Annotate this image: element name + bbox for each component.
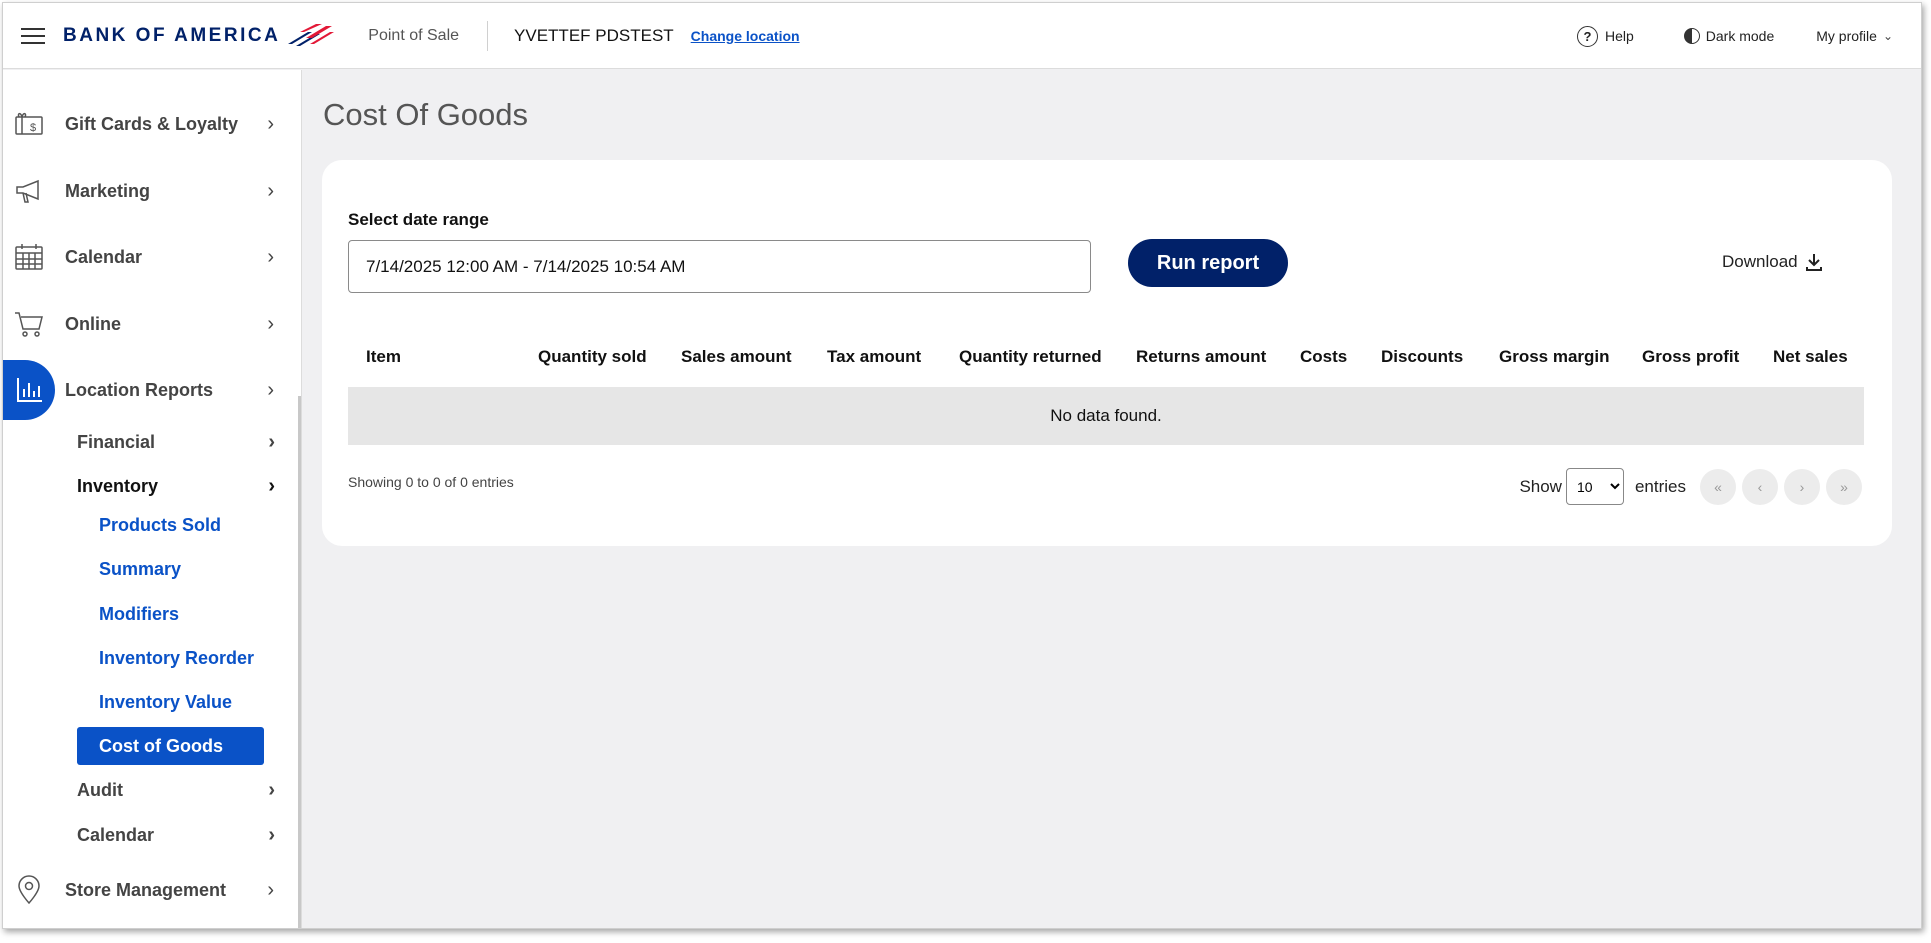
chevron-right-icon: › <box>267 245 274 268</box>
my-profile-label: My profile <box>1816 28 1877 44</box>
bank-logo[interactable]: BANK OF AMERICA <box>63 23 335 48</box>
date-range-label: Select date range <box>348 210 489 229</box>
header-divider <box>487 20 489 51</box>
sidebar-item-label: Gift Cards & Loyalty <box>65 113 239 134</box>
page-size-select[interactable]: 10 <box>1565 468 1624 505</box>
page-title: Cost Of Goods <box>323 97 529 132</box>
contrast-icon <box>1683 28 1700 44</box>
column-header[interactable]: Tax amount <box>827 337 921 377</box>
sidebar-item-label: Online <box>65 313 122 334</box>
column-header[interactable]: Gross margin <box>1499 337 1610 377</box>
sidebar-sub-label: Audit <box>77 779 123 800</box>
sidebar-leaf-modifiers[interactable]: Modifiers <box>77 595 264 633</box>
entries-summary: Showing 0 to 0 of 0 entries <box>348 474 514 490</box>
sidebar-sub-label: Financial <box>77 431 156 452</box>
download-icon <box>1805 254 1822 271</box>
column-header[interactable]: Item <box>366 337 401 377</box>
header-actions: ? Help Dark mode My profile ⌄ <box>1576 3 1921 69</box>
chevron-right-icon: › <box>268 823 275 846</box>
sidebar-item-store-management[interactable]: Store Management › <box>3 860 298 920</box>
last-page-button[interactable]: » <box>1826 468 1862 505</box>
change-location-link[interactable]: Change location <box>691 28 800 44</box>
sidebar-sub-inventory[interactable]: Inventory › <box>77 469 277 503</box>
sidebar-item-label: Store Management <box>65 879 227 900</box>
sidebar-leaf-cost-of-goods[interactable]: Cost of Goods <box>77 727 264 765</box>
dark-mode-label: Dark mode <box>1705 28 1775 44</box>
pagination: Show 10 entries « ‹ › » <box>1519 468 1862 505</box>
next-page-button[interactable]: › <box>1784 468 1820 505</box>
sidebar-item-label: Calendar <box>65 246 143 267</box>
column-header[interactable]: Quantity returned <box>959 337 1102 377</box>
gift-card-icon: $ <box>3 94 55 154</box>
chevron-right-icon: › <box>267 312 274 335</box>
column-header[interactable]: Returns amount <box>1136 337 1266 377</box>
help-label: Help <box>1604 28 1634 44</box>
help-button[interactable]: ? Help <box>1576 25 1634 47</box>
table-header: Item Quantity sold Sales amount Tax amou… <box>348 337 1864 377</box>
my-profile-menu[interactable]: My profile ⌄ <box>1816 28 1893 44</box>
sidebar-leaf-inventory-value[interactable]: Inventory Value <box>77 683 264 721</box>
sidebar-scrollbar[interactable] <box>298 396 301 928</box>
top-header: BANK OF AMERICA Point of Sale YVETTEF PD… <box>3 3 1921 69</box>
chevron-right-icon: › <box>267 179 274 202</box>
sidebar-item-label: Marketing <box>65 180 151 201</box>
column-header[interactable]: Discounts <box>1381 337 1463 377</box>
cart-icon <box>3 294 55 354</box>
sidebar-leaf-inventory-reorder[interactable]: Inventory Reorder <box>77 639 264 677</box>
sidebar-sub-audit[interactable]: Audit › <box>77 773 277 807</box>
first-page-button[interactable]: « <box>1700 468 1736 505</box>
help-icon: ? <box>1576 25 1598 47</box>
svg-text:$: $ <box>30 122 36 134</box>
chevron-right-icon: › <box>268 430 275 453</box>
sidebar-item-marketing[interactable]: Marketing › <box>3 161 298 221</box>
sidebar-leaf-summary[interactable]: Summary <box>77 550 264 588</box>
flag-logo-icon <box>288 23 335 46</box>
chevron-right-icon: › <box>268 474 275 497</box>
app-window: BANK OF AMERICA Point of Sale YVETTEF PD… <box>2 2 1922 929</box>
download-label: Download <box>1722 252 1798 271</box>
sidebar-sub-calendar[interactable]: Calendar › <box>77 818 277 852</box>
sidebar-leaf-products-sold[interactable]: Products Sold <box>77 506 264 544</box>
bar-chart-icon <box>3 360 55 420</box>
chevron-right-icon: › <box>267 878 274 901</box>
chevron-down-icon: ⌄ <box>1882 29 1893 43</box>
location-pin-icon <box>3 860 55 920</box>
sidebar: $ Gift Cards & Loyalty › Marketing › Cal… <box>3 70 302 928</box>
run-report-button[interactable]: Run report <box>1128 239 1288 287</box>
prev-page-button[interactable]: ‹ <box>1742 468 1778 505</box>
sidebar-sub-financial[interactable]: Financial › <box>77 425 277 459</box>
chevron-right-icon: › <box>267 112 274 135</box>
sidebar-sub-label: Calendar <box>77 824 155 845</box>
date-range-input[interactable] <box>348 240 1091 293</box>
hamburger-menu-icon[interactable] <box>21 27 45 44</box>
column-header[interactable]: Gross profit <box>1642 337 1739 377</box>
logo-text: BANK OF AMERICA <box>63 24 281 46</box>
chevron-right-icon: › <box>267 378 274 401</box>
report-card: Select date range Run report Download It… <box>322 160 1892 546</box>
chevron-right-icon: › <box>268 778 275 801</box>
dark-mode-toggle[interactable]: Dark mode <box>1683 28 1775 44</box>
column-header[interactable]: Net sales <box>1773 337 1848 377</box>
location-name: YVETTEF PDSTEST <box>514 25 674 45</box>
megaphone-icon <box>3 161 55 221</box>
sidebar-item-online[interactable]: Online › <box>3 294 298 354</box>
sidebar-sub-label: Inventory <box>77 475 159 496</box>
sidebar-item-label: Location Reports <box>65 379 214 400</box>
column-header[interactable]: Costs <box>1300 337 1347 377</box>
show-label: Show <box>1519 476 1562 496</box>
entries-label: entries <box>1634 476 1686 496</box>
empty-table-row: No data found. <box>348 387 1864 445</box>
column-header[interactable]: Quantity sold <box>538 337 647 377</box>
sidebar-item-calendar[interactable]: Calendar › <box>3 227 298 287</box>
download-button[interactable]: Download <box>1722 252 1824 272</box>
sidebar-item-location-reports[interactable]: Location Reports › <box>3 360 298 420</box>
sidebar-item-gift-cards[interactable]: $ Gift Cards & Loyalty › <box>3 94 298 154</box>
calendar-icon <box>3 227 55 287</box>
column-header[interactable]: Sales amount <box>681 337 792 377</box>
app-name: Point of Sale <box>368 26 460 44</box>
